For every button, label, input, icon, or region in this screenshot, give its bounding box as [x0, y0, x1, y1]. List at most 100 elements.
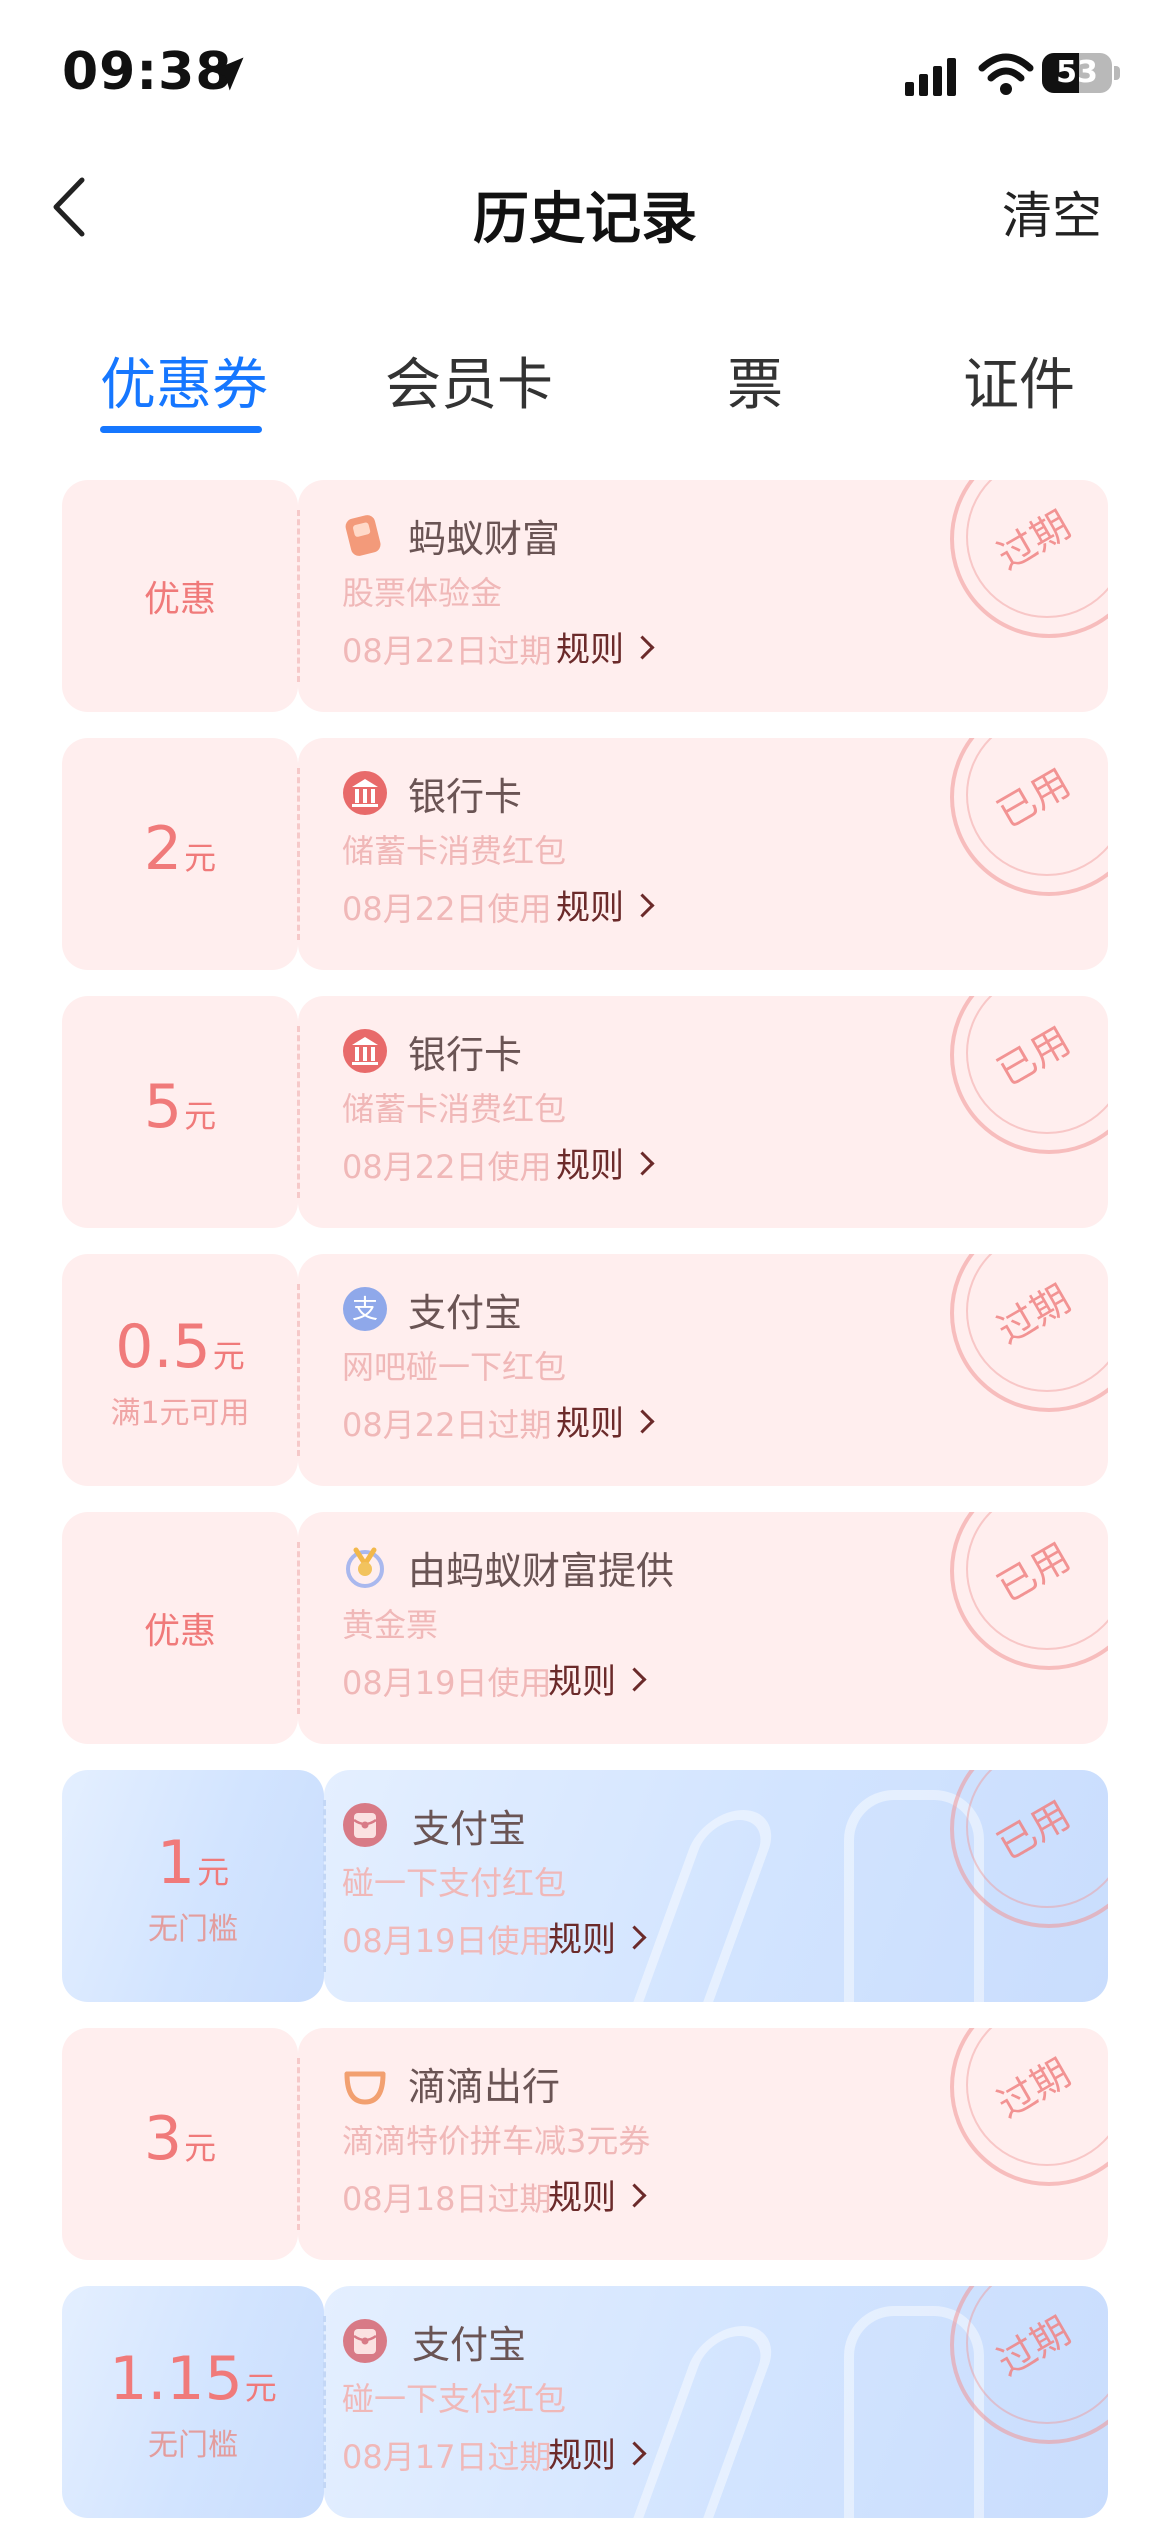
red-packet-icon: [343, 1803, 387, 1847]
stamp-label: 已用: [989, 1534, 1078, 1611]
chevron-right-icon: [622, 1667, 647, 1692]
coupon-card[interactable]: 优惠 由蚂蚁财富提供 黄金票 08月19日使用 规则 已用: [62, 1512, 1108, 1744]
ant-fortune-icon: [345, 515, 381, 556]
rule-link[interactable]: 规则: [548, 1654, 647, 1703]
coupon-brand: 支付宝: [412, 1807, 527, 1851]
coupon-date: 08月19日使用: [342, 1922, 552, 1960]
coupon-amount: 0.5: [115, 1312, 211, 1382]
chevron-right-icon: [630, 893, 655, 918]
rule-link[interactable]: 规则: [556, 880, 655, 929]
coupon-divider: [297, 2058, 300, 2230]
coupon-info-panel: 由蚂蚁财富提供 黄金票 08月19日使用 规则 已用: [298, 1512, 1108, 1744]
coupon-condition: 无门槛: [148, 2428, 238, 2463]
coupon-brand: 支付宝: [408, 1291, 523, 1335]
expired-stamp: 过期: [950, 2028, 1108, 2186]
coupon-amount-unit: 元: [197, 1853, 230, 1891]
coupon-divider: [323, 1800, 326, 1972]
used-stamp: 已用: [950, 738, 1108, 896]
chevron-right-icon: [630, 635, 655, 660]
coupon-description: 滴滴特价拼车减3元券: [342, 2122, 651, 2160]
wifi-icon: [978, 53, 1034, 95]
coupon-brand: 银行卡: [408, 775, 523, 819]
coupon-amount-panel: 3元: [62, 2028, 298, 2260]
coupon-card[interactable]: 1元 无门槛 支付宝 碰一下支付红包 08月19日使用 规则 已用: [62, 1770, 1108, 2002]
coupon-info-panel: 滴滴出行 滴滴特价拼车减3元券 08月18日过期 规则 过期: [298, 2028, 1108, 2260]
rule-link[interactable]: 规则: [556, 622, 655, 671]
coupon-card[interactable]: 1.15元 无门槛 支付宝 碰一下支付红包 08月17日过期 规则 过期: [62, 2286, 1108, 2518]
coupon-divider: [297, 768, 300, 940]
clear-button[interactable]: 清空: [1002, 176, 1102, 248]
stamp-label: 已用: [989, 1792, 1078, 1869]
stamp-label: 已用: [989, 760, 1078, 837]
battery-icon: 53: [1042, 53, 1112, 93]
coupon-amount-panel: 0.5元 满1元可用: [62, 1254, 298, 1486]
chevron-right-icon: [622, 2441, 647, 2466]
rule-label: 规则: [556, 1404, 624, 1444]
coupon-description: 碰一下支付红包: [342, 1864, 567, 1902]
coupon-amount-unit: 元: [184, 1097, 217, 1135]
watermark-decoration: [604, 1810, 784, 2002]
rule-label: 规则: [556, 630, 624, 670]
rule-link[interactable]: 规则: [548, 2170, 647, 2219]
used-stamp: 已用: [950, 1512, 1108, 1670]
tab-tickets[interactable]: 票: [727, 340, 783, 421]
coupon-amount: 1.15: [109, 2344, 243, 2414]
coupon-amount-unit: 元: [184, 2129, 217, 2167]
rule-link[interactable]: 规则: [556, 1396, 655, 1445]
battery-level: 53: [1056, 55, 1098, 90]
coupon-description: 储蓄卡消费红包: [342, 1090, 567, 1128]
coupon-description: 储蓄卡消费红包: [342, 832, 567, 870]
coupon-card[interactable]: 3元 滴滴出行 滴滴特价拼车减3元券 08月18日过期 规则 过期: [62, 2028, 1108, 2260]
coupon-amount-text: 优惠: [143, 579, 216, 620]
coupon-divider: [297, 1026, 300, 1198]
coupon-divider: [297, 1284, 300, 1456]
tab-membership-cards[interactable]: 会员卡: [385, 340, 553, 421]
bank-icon: [343, 1029, 387, 1073]
active-tab-indicator: [100, 426, 262, 433]
rule-link[interactable]: 规则: [548, 1912, 647, 1961]
coupon-brand: 由蚂蚁财富提供: [408, 1549, 675, 1593]
location-arrow-icon: [210, 57, 244, 91]
rule-label: 规则: [556, 888, 624, 928]
coupon-info-panel: 支付宝 碰一下支付红包 08月19日使用 规则 已用: [324, 1770, 1108, 2002]
rule-link[interactable]: 规则: [548, 2428, 647, 2477]
gold-ticket-icon: [346, 1547, 384, 1588]
bank-icon: [343, 771, 387, 815]
coupon-amount-panel: 优惠: [62, 480, 298, 712]
rule-link[interactable]: 规则: [556, 1138, 655, 1187]
coupon-amount-panel: 1.15元 无门槛: [62, 2286, 324, 2518]
coupon-card[interactable]: 0.5元 满1元可用 支 支付宝 网吧碰一下红包 08月22日过期 规则 过期: [62, 1254, 1108, 1486]
coupon-amount-unit: 元: [184, 839, 217, 877]
coupon-amount-panel: 5元: [62, 996, 298, 1228]
tab-bar: 优惠券 会员卡 票 证件: [0, 330, 1170, 440]
coupon-info-panel: 银行卡 储蓄卡消费红包 08月22日使用 规则 已用: [298, 996, 1108, 1228]
coupon-amount: 3: [143, 2104, 183, 2174]
rule-label: 规则: [556, 1146, 624, 1186]
coupon-brand: 支付宝: [412, 2323, 527, 2367]
coupon-brand: 银行卡: [408, 1033, 523, 1077]
coupon-date: 08月18日过期: [342, 2180, 552, 2218]
coupon-card[interactable]: 5元 银行卡 储蓄卡消费红包 08月22日使用 规则 已用: [62, 996, 1108, 1228]
coupon-info-panel: 蚂蚁财富 股票体验金 08月22日过期 规则 过期: [298, 480, 1108, 712]
tab-coupons[interactable]: 优惠券: [100, 340, 268, 421]
cellular-signal-icon: [905, 58, 956, 96]
coupon-card[interactable]: 2元 银行卡 储蓄卡消费红包 08月22日使用 规则 已用: [62, 738, 1108, 970]
coupon-brand: 滴滴出行: [408, 2065, 561, 2109]
tab-documents[interactable]: 证件: [963, 340, 1075, 421]
stamp-label: 过期: [989, 2308, 1078, 2385]
status-bar: 09:38 53: [0, 0, 1170, 150]
used-stamp: 已用: [950, 996, 1108, 1154]
chevron-right-icon: [622, 1925, 647, 1950]
rule-label: 规则: [548, 1920, 616, 1960]
coupon-info-panel: 支 支付宝 网吧碰一下红包 08月22日过期 规则 过期: [298, 1254, 1108, 1486]
stamp-label: 已用: [989, 1018, 1078, 1095]
nav-bar: 历史记录 清空: [0, 150, 1170, 270]
coupon-card[interactable]: 优惠 蚂蚁财富 股票体验金 08月22日过期 规则 过期: [62, 480, 1108, 712]
coupon-amount-panel: 优惠: [62, 1512, 298, 1744]
expired-stamp: 过期: [950, 480, 1108, 638]
coupon-date: 08月22日使用: [342, 890, 552, 928]
watermark-decoration: [604, 2326, 784, 2518]
alipay-icon: 支: [343, 1287, 387, 1331]
coupon-brand: 蚂蚁财富: [408, 517, 561, 561]
coupon-amount: 1: [156, 1828, 196, 1898]
